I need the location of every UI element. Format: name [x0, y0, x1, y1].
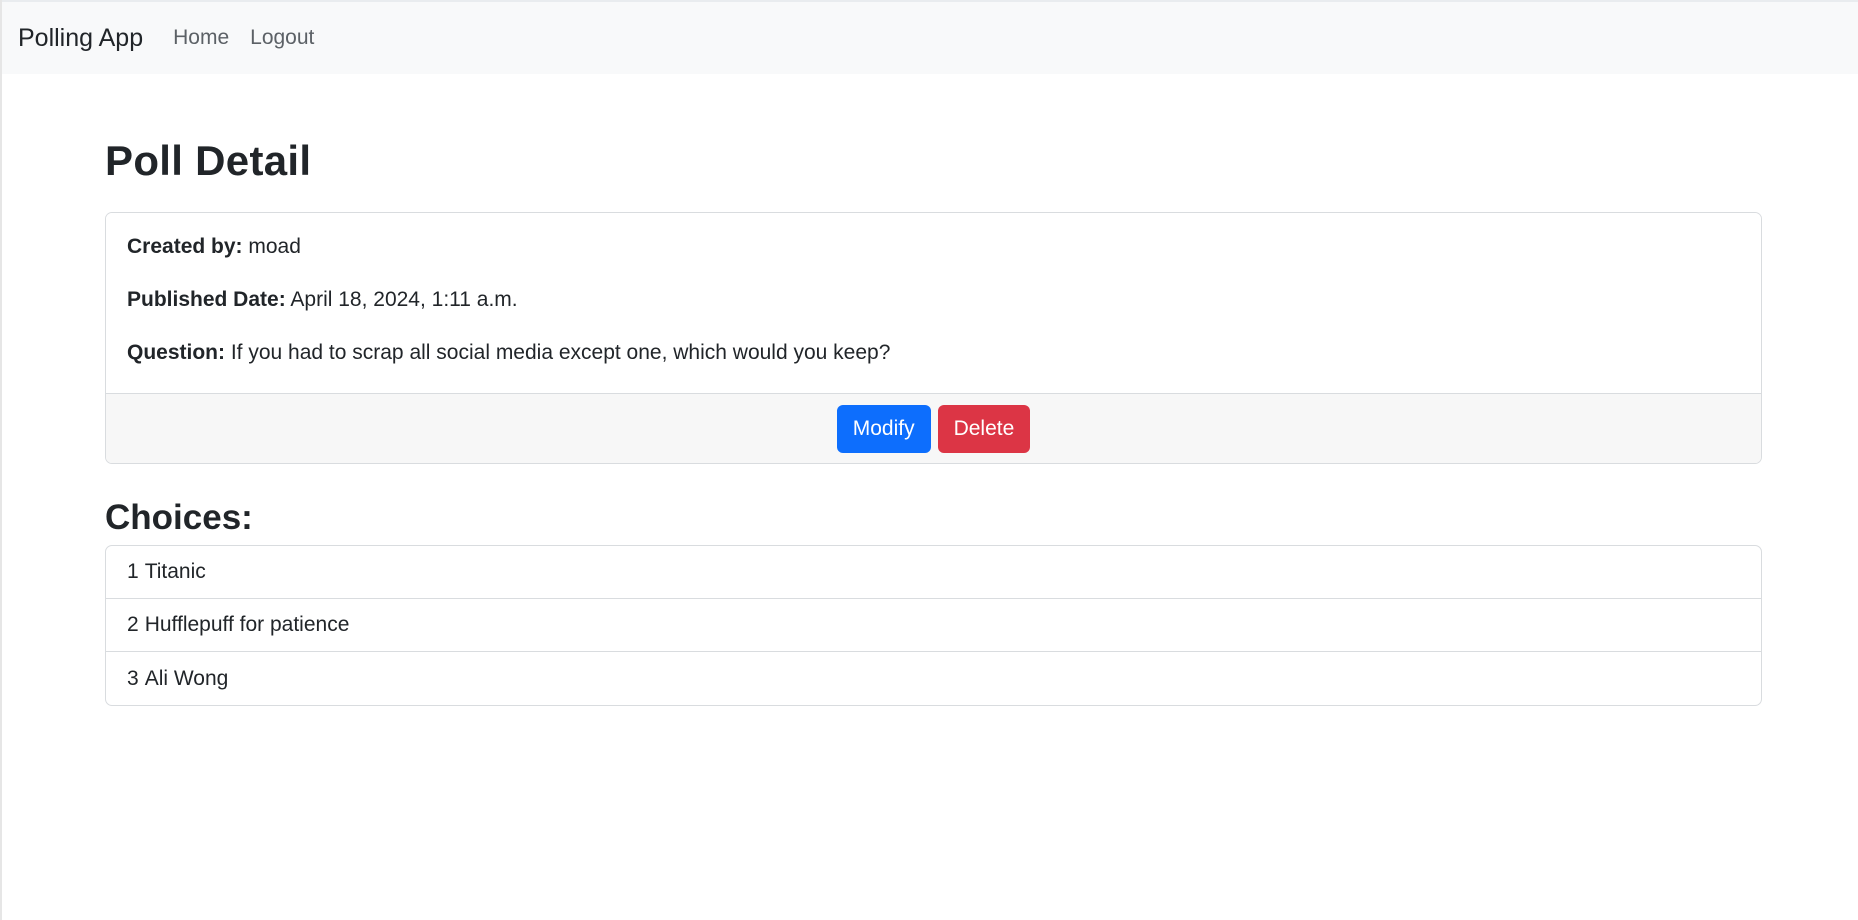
choices-title: Choices:: [105, 498, 253, 537]
poll-card-footer: Modify Delete: [106, 393, 1761, 463]
page: Polling App Home Logout Poll Detail Crea…: [0, 0, 1858, 920]
created-by-label: Created by:: [127, 235, 243, 258]
created-by-row: Created by: moad: [127, 235, 1740, 259]
published-date-row: Published Date: April 18, 2024, 1:11 a.m…: [127, 288, 1740, 312]
list-item: 1 Titanic: [106, 546, 1761, 599]
choice-number: 2: [127, 613, 139, 636]
choices-list: 1 Titanic 2 Hufflepuff for patience 3 Al…: [105, 545, 1762, 706]
poll-card: Created by: moad Published Date: April 1…: [105, 212, 1762, 464]
question-value: If you had to scrap all social media exc…: [230, 341, 891, 364]
choice-number: 1: [127, 560, 139, 583]
choice-text: Ali Wong: [144, 666, 229, 690]
page-title: Poll Detail: [105, 137, 312, 184]
question-label: Question:: [127, 341, 225, 364]
choice-number: 3: [127, 666, 139, 690]
nav-link-logout[interactable]: Logout: [250, 26, 314, 50]
choice-text: Titanic: [144, 560, 206, 583]
list-item: 3 Ali Wong: [106, 652, 1761, 705]
modify-button[interactable]: Modify: [836, 404, 931, 453]
poll-card-body: Created by: moad Published Date: April 1…: [106, 213, 1761, 393]
brand-link[interactable]: Polling App: [18, 24, 143, 53]
delete-button[interactable]: Delete: [937, 404, 1031, 453]
choice-text: Hufflepuff for patience: [144, 613, 350, 636]
navbar: Polling App Home Logout: [2, 0, 1858, 74]
published-date-label: Published Date:: [127, 288, 286, 311]
nav-link-home[interactable]: Home: [173, 26, 229, 50]
created-by-value: moad: [248, 235, 301, 258]
main-container: Poll Detail Created by: moad Published D…: [105, 74, 1762, 706]
question-row: Question: If you had to scrap all social…: [127, 341, 1740, 365]
published-date-value: April 18, 2024, 1:11 a.m.: [290, 288, 518, 311]
list-item: 2 Hufflepuff for patience: [106, 599, 1761, 652]
